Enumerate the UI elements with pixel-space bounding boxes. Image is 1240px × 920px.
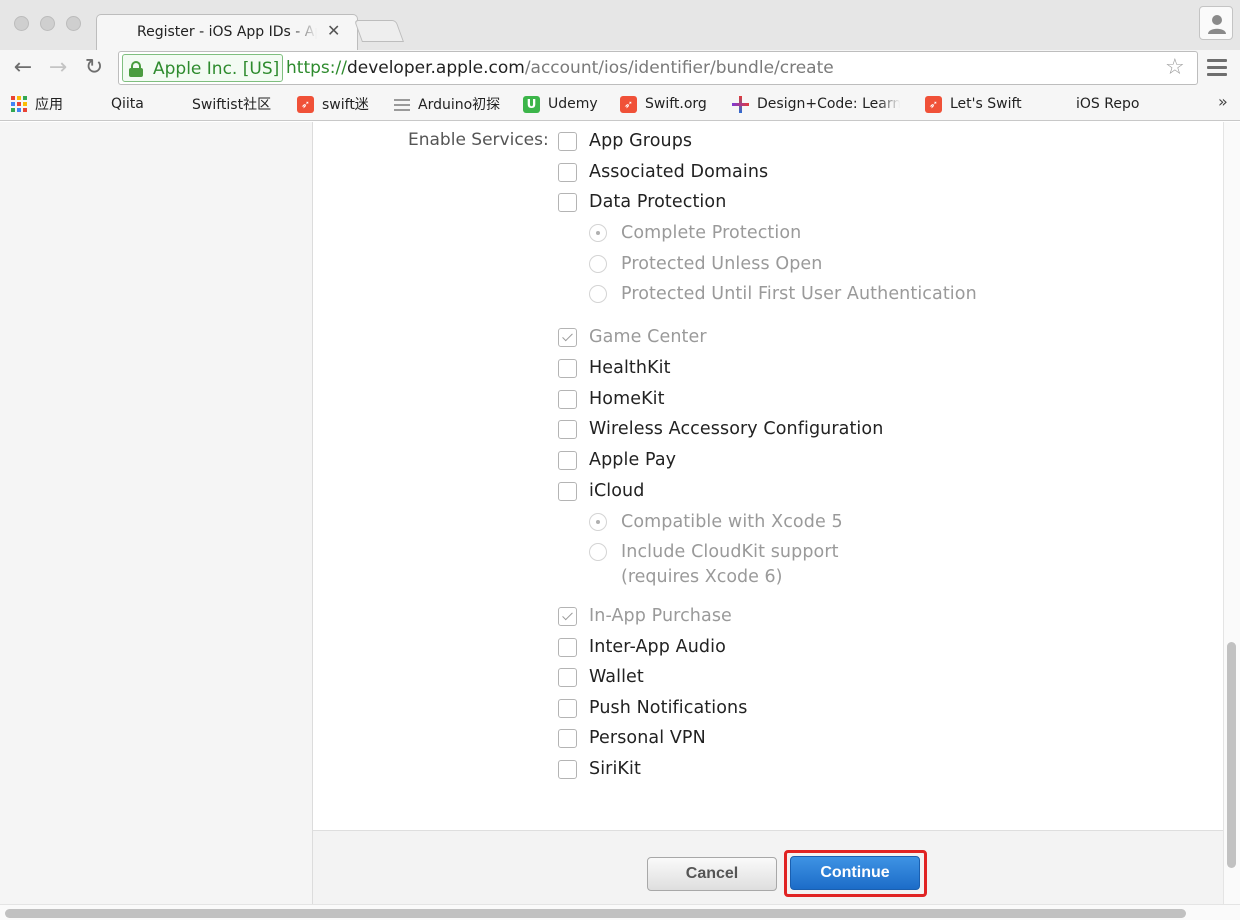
radio-button[interactable] xyxy=(589,543,607,561)
checkbox[interactable] xyxy=(558,419,577,439)
checkbox[interactable] xyxy=(558,327,577,347)
url-host: developer.apple.com xyxy=(346,58,525,78)
ev-organization-name: Apple Inc. [US] xyxy=(153,59,280,79)
bookmark-swift-mi[interactable]: ➶ swift迷 xyxy=(297,93,369,115)
option-include-cloudkit[interactable]: Include CloudKit support xyxy=(589,541,839,563)
bookmark-swiftist[interactable]: Swiftist社区 xyxy=(171,93,271,234)
checkbox[interactable] xyxy=(558,162,577,182)
tab-strip: Register - iOS App IDs - Apple Developer… xyxy=(0,0,1240,50)
service-associated-domains[interactable]: Associated Domains xyxy=(558,161,768,183)
url-text[interactable]: https://developer.apple.com/account/ios/… xyxy=(286,58,834,78)
back-button[interactable]: ← xyxy=(10,56,36,82)
enable-services-label: Enable Services: xyxy=(408,130,549,150)
checkbox[interactable] xyxy=(558,698,577,718)
option-compatible-xcode5[interactable]: Compatible with Xcode 5 xyxy=(589,511,843,533)
vertical-scrollbar-thumb[interactable] xyxy=(1227,642,1236,868)
bookmark-qiita[interactable]: Qiita xyxy=(90,93,144,234)
service-personal-vpn[interactable]: Personal VPN xyxy=(558,727,706,749)
bookmark-star-icon[interactable]: ☆ xyxy=(1165,55,1185,81)
cancel-button[interactable]: Cancel xyxy=(647,857,777,891)
ev-certificate-badge[interactable]: Apple Inc. [US] xyxy=(122,54,283,82)
bookmarks-bar: 应用 Qiita Swiftist社区 ➶ swift迷 Arduino初探 U… xyxy=(0,88,1240,234)
swift-icon: ➶ xyxy=(925,95,942,113)
option-protected-until-auth[interactable]: Protected Until First User Authenticatio… xyxy=(589,283,977,305)
service-homekit[interactable]: HomeKit xyxy=(558,388,665,410)
tab-register-ios-app-ids[interactable]: Register - iOS App IDs - Apple Developer… xyxy=(96,14,358,50)
option-protected-unless-open[interactable]: Protected Unless Open xyxy=(589,253,822,275)
window-minimize-button[interactable] xyxy=(40,16,55,31)
service-wallet[interactable]: Wallet xyxy=(558,666,644,688)
service-game-center[interactable]: Game Center xyxy=(558,326,707,348)
apple-logo-icon xyxy=(117,23,131,39)
service-push-notifications[interactable]: Push Notifications xyxy=(558,697,747,719)
profile-button[interactable] xyxy=(1199,6,1233,40)
checkbox[interactable] xyxy=(558,606,577,626)
service-apple-pay[interactable]: Apple Pay xyxy=(558,449,676,471)
reload-button[interactable]: ↻ xyxy=(81,56,107,82)
vertical-scrollbar[interactable] xyxy=(1223,122,1240,904)
service-sirikit[interactable]: SiriKit xyxy=(558,758,641,780)
checkbox[interactable] xyxy=(558,131,577,151)
cloudkit-requirement-note: (requires Xcode 6) xyxy=(621,567,783,587)
checkbox[interactable] xyxy=(558,192,577,212)
new-tab-button[interactable] xyxy=(353,20,405,42)
horizontal-scrollbar-thumb[interactable] xyxy=(5,909,1186,918)
radio-button[interactable] xyxy=(589,285,607,303)
checkbox[interactable] xyxy=(558,637,577,657)
service-icloud[interactable]: iCloud xyxy=(558,480,644,502)
option-complete-protection[interactable]: Complete Protection xyxy=(589,222,801,244)
checkbox[interactable] xyxy=(558,728,577,748)
continue-button[interactable]: Continue xyxy=(790,856,920,890)
bookmark-design-code[interactable]: Design+Code: Learn xyxy=(732,93,900,115)
radio-button[interactable] xyxy=(589,513,607,531)
url-scheme: https:// xyxy=(286,58,347,78)
radio-button[interactable] xyxy=(589,224,607,242)
service-data-protection[interactable]: Data Protection xyxy=(558,191,726,213)
close-tab-icon[interactable]: ✕ xyxy=(327,22,340,40)
service-inter-app-audio[interactable]: Inter-App Audio xyxy=(558,636,726,658)
horizontal-scrollbar[interactable] xyxy=(0,904,1240,920)
checkbox[interactable] xyxy=(558,389,577,409)
bookmark-udemy[interactable]: U Udemy xyxy=(523,93,598,115)
forward-button[interactable]: → xyxy=(45,56,71,82)
swift-icon: ➶ xyxy=(297,95,314,113)
service-wireless-accessory[interactable]: Wireless Accessory Configuration xyxy=(558,418,883,440)
bookmark-arduino[interactable]: Arduino初探 xyxy=(394,93,500,115)
checkbox[interactable] xyxy=(558,450,577,470)
list-icon xyxy=(394,96,410,113)
service-healthkit[interactable]: HealthKit xyxy=(558,357,671,379)
apps-grid-icon xyxy=(11,96,27,112)
bookmark-apps[interactable]: 应用 xyxy=(11,93,63,115)
bookmark-lets-swift[interactable]: ➶ Let's Swift xyxy=(925,93,1022,115)
checkbox[interactable] xyxy=(558,358,577,378)
bookmarks-overflow-chevron-icon[interactable]: » xyxy=(1218,92,1228,111)
bookmark-ios-repo[interactable]: iOS Repo xyxy=(1055,93,1139,234)
tab-title: Register - iOS App IDs - Apple Developer xyxy=(137,24,317,40)
service-in-app-purchase[interactable]: In-App Purchase xyxy=(558,605,732,627)
checkbox[interactable] xyxy=(558,481,577,501)
window-close-button[interactable] xyxy=(14,16,29,31)
checkbox[interactable] xyxy=(558,759,577,779)
url-path: /account/ios/identifier/bundle/create xyxy=(524,58,834,78)
service-app-groups[interactable]: App Groups xyxy=(558,130,692,152)
udemy-icon: U xyxy=(523,95,540,113)
person-icon xyxy=(1208,15,1226,34)
lock-icon xyxy=(128,61,144,77)
radio-button[interactable] xyxy=(589,255,607,273)
checkbox[interactable] xyxy=(558,667,577,687)
window-zoom-button[interactable] xyxy=(66,16,81,31)
chrome-menu-icon[interactable] xyxy=(1207,59,1227,77)
plus-icon xyxy=(732,95,749,113)
bookmark-swift-org[interactable]: ➶ Swift.org xyxy=(620,93,707,115)
address-bar[interactable]: Apple Inc. [US] https://developer.apple.… xyxy=(118,51,1198,85)
swift-icon: ➶ xyxy=(620,95,637,113)
browser-toolbar: ← → ↻ Apple Inc. [US] https://developer.… xyxy=(0,50,1240,88)
